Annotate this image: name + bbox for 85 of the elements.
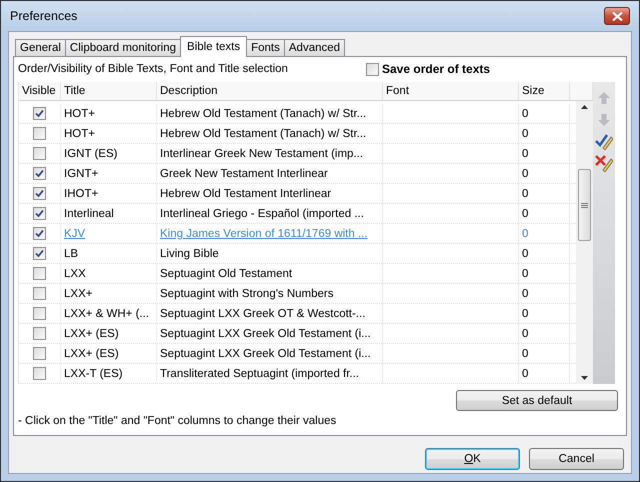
table-cell[interactable]: IHOT+ [64, 188, 98, 200]
close-icon [612, 12, 622, 20]
table-cell[interactable]: LXX+ (ES) [64, 348, 119, 360]
table-cell: Hebrew Old Testament (Tanach) w/ Str... [160, 108, 366, 120]
checkbox[interactable] [33, 267, 46, 280]
column-header[interactable]: Title [61, 82, 157, 100]
toolbar-button[interactable] [594, 132, 614, 151]
table-cell: 0 [522, 208, 528, 220]
table-cell: 0 [522, 188, 528, 200]
table-cell[interactable]: LXX [64, 268, 86, 280]
checkbox[interactable] [33, 167, 46, 180]
table-cell[interactable]: LXX+ (ES) [64, 328, 119, 340]
table-cell: 0 [522, 108, 528, 120]
column-header[interactable]: Font [383, 82, 519, 100]
table-cell[interactable]: LXX-T (ES) [64, 368, 123, 380]
window-title: Preferences [9, 9, 78, 23]
table-cell: King James Version of 1611/1769 with ... [160, 228, 368, 240]
table-cell: 0 [522, 288, 528, 300]
table-cell[interactable]: LXX+ [64, 288, 92, 300]
table-cell[interactable]: IGNT+ [64, 168, 98, 180]
checkbox[interactable] [33, 367, 46, 380]
table-cell: 0 [522, 248, 528, 260]
table-cell: Hebrew Old Testament Interlinear [160, 188, 332, 200]
checkbox[interactable] [33, 347, 46, 360]
up-arrow-icon [597, 90, 611, 104]
tab[interactable]: Clipboard monitoring [64, 39, 182, 56]
close-button[interactable] [604, 7, 630, 25]
table-cell[interactable]: IGNT (ES) [64, 148, 118, 160]
column-header[interactable]: Visible [19, 82, 61, 100]
table-cell[interactable]: HOT+ [64, 108, 95, 120]
table-cell: 0 [522, 128, 528, 140]
down-arrow-icon [597, 112, 611, 126]
table-cell: Hebrew Old Testament (Tanach) w/ Str... [160, 128, 366, 140]
table-cell: 0 [522, 148, 528, 160]
tab[interactable]: Advanced [284, 39, 346, 56]
table-cell: Septuagint LXX Greek Old Testament (i... [160, 328, 371, 340]
table-cell[interactable]: HOT+ [64, 128, 95, 140]
set-as-default-button[interactable]: Set as default [456, 390, 618, 411]
table-cell: 0 [522, 328, 528, 340]
table-cell: 0 [522, 168, 528, 180]
tab[interactable]: Bible texts [180, 36, 248, 57]
table-cell: Septuagint Old Testament [160, 268, 292, 280]
table-cell: 0 [522, 368, 528, 380]
checkbox[interactable] [33, 107, 46, 120]
table-cell: 0 [522, 228, 528, 240]
cancel-button[interactable]: Cancel [529, 448, 624, 470]
cross-pencil-icon [595, 155, 613, 172]
table-cell[interactable]: LXX+ & WH+ (... [64, 308, 149, 320]
ok-button[interactable]: OK [425, 448, 520, 470]
tab[interactable]: General [15, 39, 66, 56]
checkbox[interactable] [33, 327, 46, 340]
table-cell: Living Bible [160, 248, 219, 260]
table-cell: Septuagint LXX Greek Old Testament (i... [160, 348, 371, 360]
checkbox[interactable] [33, 247, 46, 260]
table-cell: Greek New Testament Interlinear [160, 168, 328, 180]
table-cell: Interlinear Greek New Testament (imp... [160, 148, 364, 160]
toolbar-button[interactable] [594, 154, 614, 173]
table-cell: 0 [522, 268, 528, 280]
tab[interactable]: Fonts [246, 39, 285, 56]
checkbox[interactable] [33, 287, 46, 300]
scroll-up-icon[interactable] [581, 105, 588, 109]
scroll-down-icon[interactable] [581, 376, 588, 380]
checkbox[interactable] [33, 127, 46, 140]
table-cell: Septuagint with Strong's Numbers [160, 288, 334, 300]
checkbox[interactable] [33, 147, 46, 160]
checkbox[interactable] [33, 307, 46, 320]
checkbox-label: Save order of texts [382, 62, 490, 76]
hint-text: - Click on the "Title" and "Font" columns to change their values [18, 415, 338, 427]
column-header[interactable]: Description [157, 82, 383, 100]
table-cell: 0 [522, 348, 528, 360]
column-header[interactable]: Size [519, 82, 570, 100]
panel-heading: Order/Visibility of Bible Texts, Font and Title selection [18, 63, 289, 75]
vertical-scrollbar[interactable] [576, 101, 593, 384]
table-cell: Septuagint LXX Greek OT & Westcott-... [160, 308, 366, 320]
table-cell: Interlineal Griego - Español (imported ... [160, 208, 364, 220]
checkbox[interactable] [33, 207, 46, 220]
table-cell[interactable]: LB [64, 248, 78, 260]
table-cell[interactable]: Interlineal [64, 208, 114, 220]
check-pencil-icon [595, 133, 613, 150]
scroll-thumb[interactable] [578, 169, 591, 241]
checkbox[interactable] [366, 62, 379, 76]
table-cell: Transliterated Septuagint (imported fr... [160, 368, 360, 380]
table-cell: 0 [522, 308, 528, 320]
checkbox[interactable] [33, 227, 46, 240]
checkbox[interactable] [33, 187, 46, 200]
